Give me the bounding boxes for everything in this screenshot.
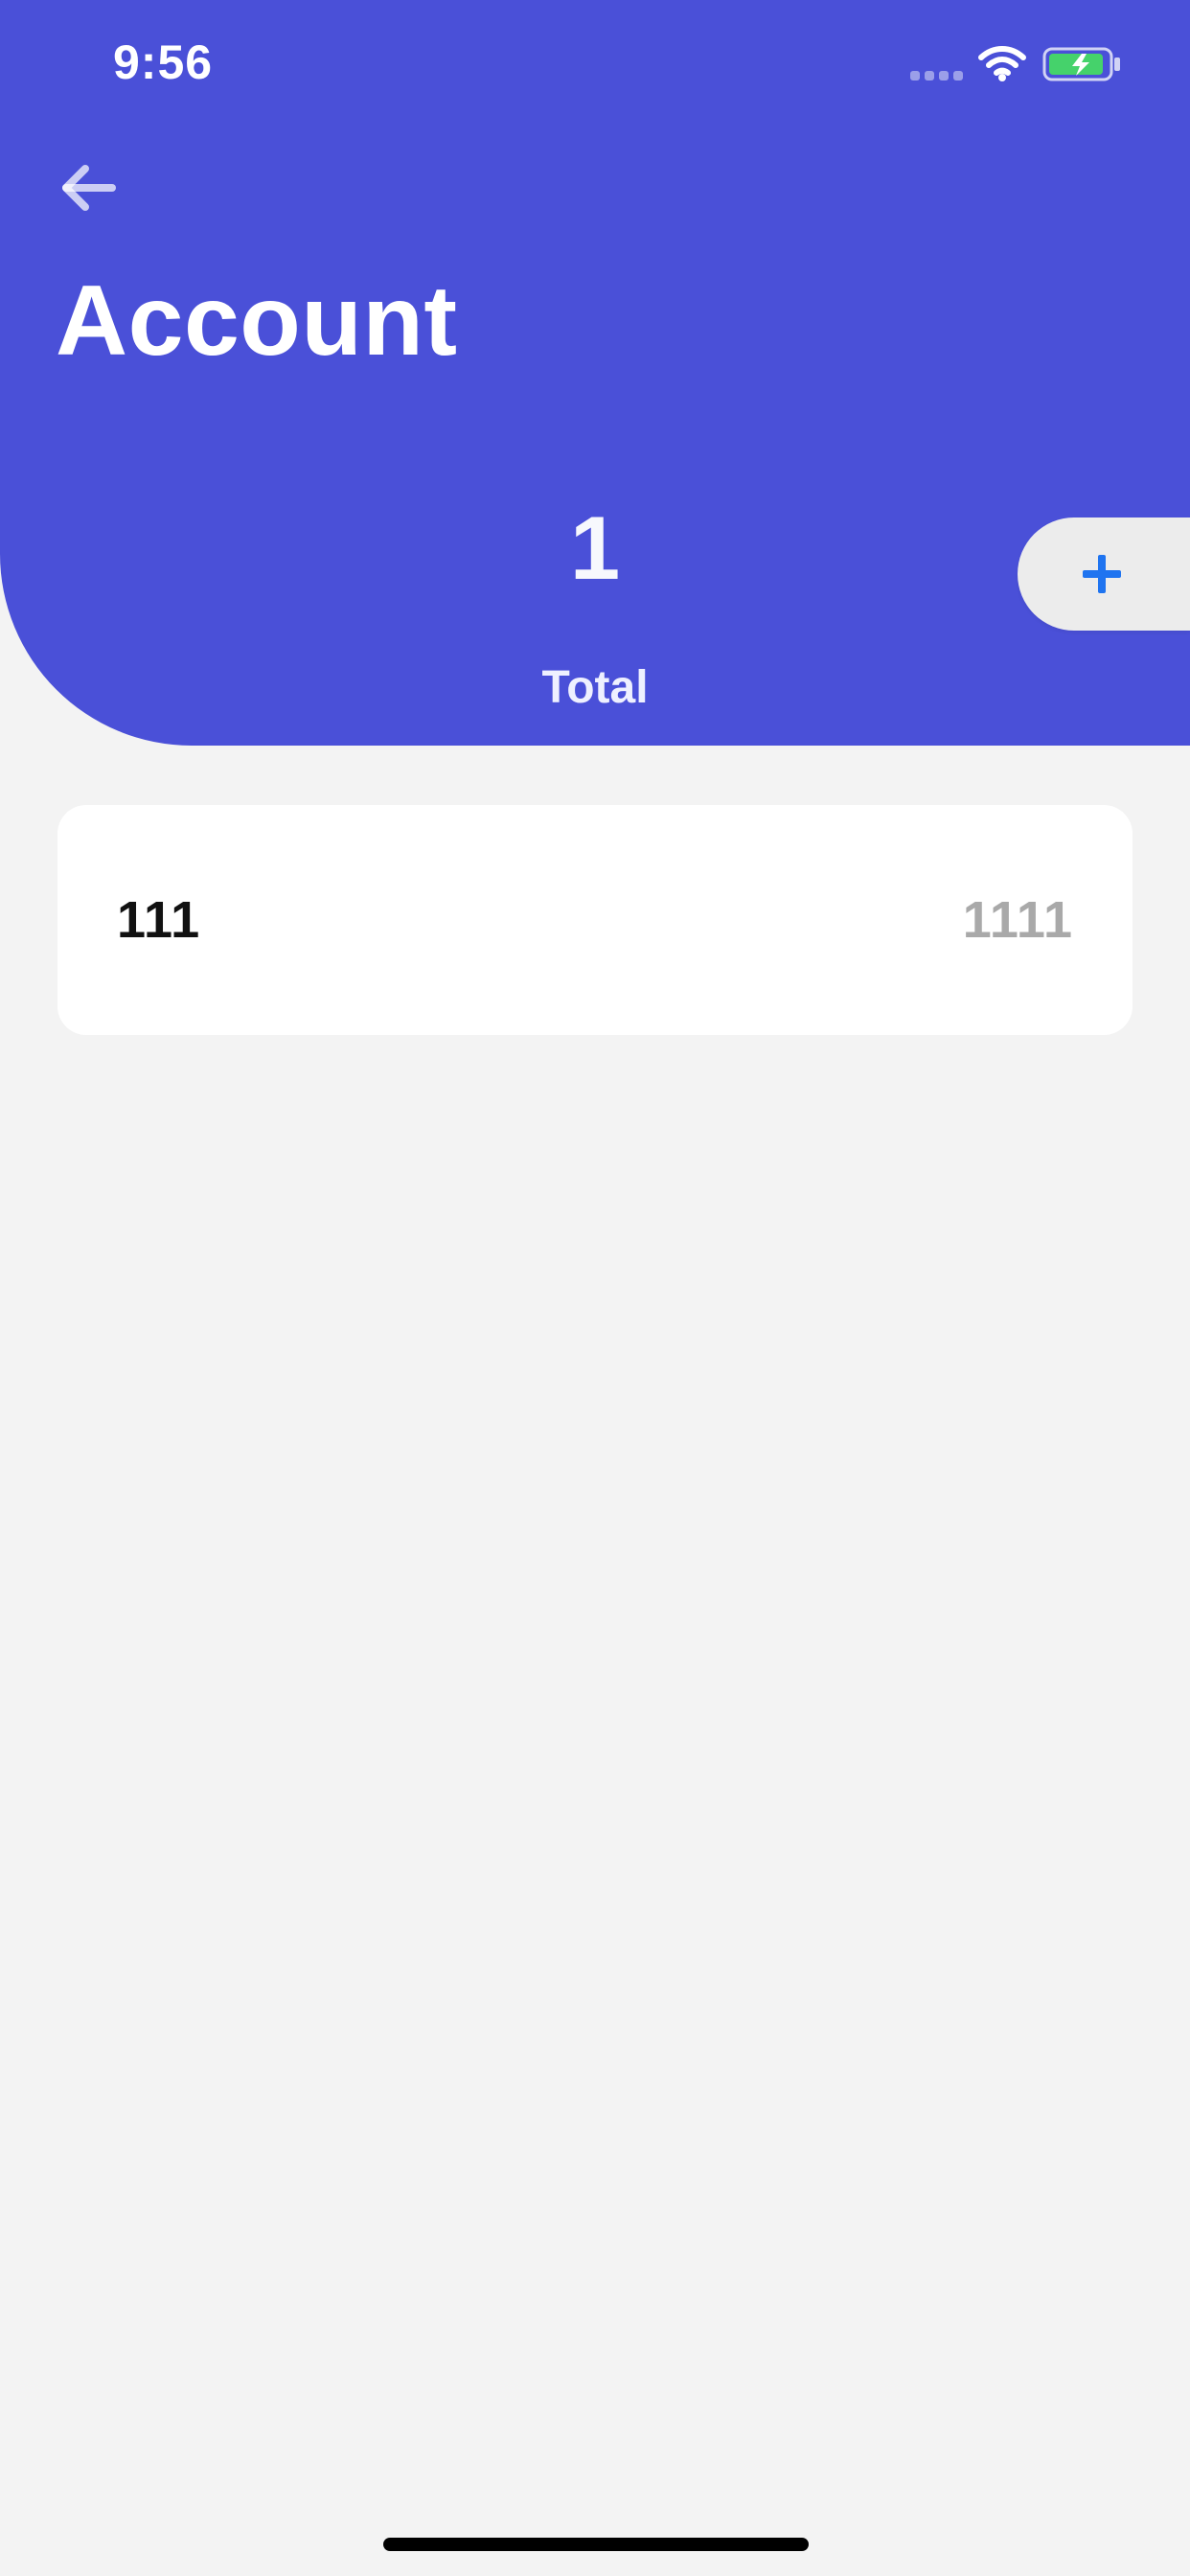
wifi-icon <box>978 46 1026 81</box>
plus-icon <box>1083 555 1121 593</box>
page-title: Account <box>56 265 458 377</box>
account-list-item[interactable]: 111 1111 <box>57 805 1133 1035</box>
status-time: 9:56 <box>113 35 214 89</box>
status-icons <box>910 42 1131 86</box>
total-label: Total <box>541 662 649 713</box>
home-indicator[interactable] <box>383 2538 809 2551</box>
add-account-button[interactable] <box>1018 518 1190 631</box>
total-count: 1 <box>569 497 621 598</box>
arrow-left-icon <box>62 165 116 211</box>
battery-icon <box>1042 47 1120 81</box>
account-name: 111 <box>117 891 201 949</box>
account-value: 1111 <box>962 891 1073 949</box>
back-button[interactable] <box>50 153 126 222</box>
account-list: 111 1111 <box>57 805 1133 1035</box>
account-header: 9:56 Account 1 Total <box>0 0 1190 746</box>
cellular-signal-icon <box>910 71 964 80</box>
